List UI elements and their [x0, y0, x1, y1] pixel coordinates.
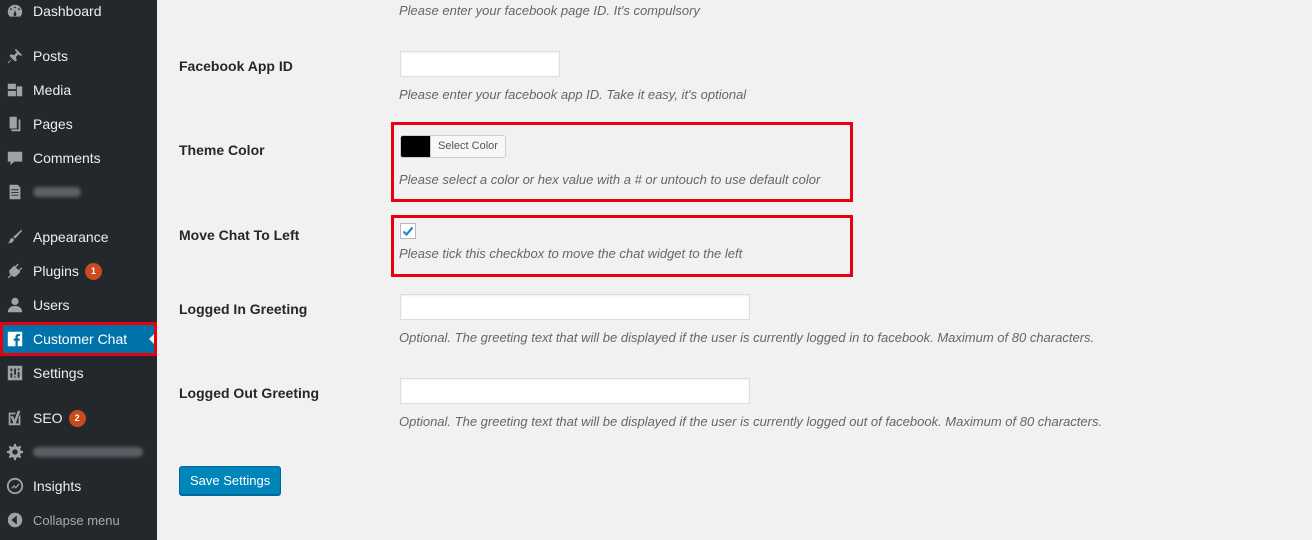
logged-in-greeting-label: Logged In Greeting — [179, 301, 308, 317]
menu-label: SEO — [33, 410, 63, 426]
move-chat-left-description: Please tick this checkbox to move the ch… — [399, 246, 743, 261]
settings-icon — [6, 364, 24, 382]
menu-item-dashboard[interactable]: Dashboard — [0, 0, 157, 28]
menu-label: Comments — [33, 150, 101, 166]
blurred-label — [33, 187, 81, 197]
app-id-description: Please enter your facebook app ID. Take … — [399, 87, 747, 102]
plugin-icon — [6, 262, 24, 280]
checkmark-icon — [402, 226, 414, 237]
menu-item-users[interactable]: Users — [0, 288, 157, 322]
page-id-description: Please enter your facebook page ID. It's… — [399, 3, 700, 18]
menu-item-insights[interactable]: Insights — [0, 469, 157, 503]
collapse-icon — [6, 511, 24, 529]
save-settings-button[interactable]: Save Settings — [179, 466, 282, 495]
menu-item-hidden-1[interactable] — [0, 175, 157, 209]
logged-in-greeting-description: Optional. The greeting text that will be… — [399, 330, 1095, 345]
collapse-menu-button[interactable]: Collapse menu — [0, 503, 157, 537]
active-menu-arrow — [149, 331, 157, 347]
menu-item-customer-chat[interactable]: Customer Chat — [0, 322, 157, 356]
plugins-update-badge: 1 — [84, 262, 102, 280]
menu-label: Posts — [33, 48, 69, 64]
menu-label: Appearance — [33, 229, 109, 245]
menu-item-pages[interactable]: Pages — [0, 107, 157, 141]
menu-item-comments[interactable]: Comments — [0, 141, 157, 175]
menu-item-seo[interactable]: SEO 2 — [0, 401, 157, 435]
menu-label: Pages — [33, 116, 73, 132]
menu-label: Dashboard — [33, 3, 102, 19]
select-color-button[interactable]: Select Color — [430, 135, 506, 158]
menu-item-media[interactable]: Media — [0, 73, 157, 107]
menu-item-settings[interactable]: Settings — [0, 356, 157, 390]
media-icon — [6, 81, 24, 99]
dashboard-icon — [6, 2, 24, 20]
gear-icon — [6, 443, 24, 461]
logged-in-greeting-input[interactable] — [400, 294, 750, 320]
menu-item-hidden-2[interactable] — [0, 435, 157, 469]
move-chat-left-label: Move Chat To Left — [179, 227, 300, 243]
menu-item-posts[interactable]: Posts — [0, 39, 157, 73]
seo-notification-badge: 2 — [68, 409, 86, 427]
collapse-menu-label: Collapse menu — [33, 512, 120, 528]
menu-label: Users — [33, 297, 70, 313]
logged-out-greeting-label: Logged Out Greeting — [179, 385, 319, 401]
menu-label: Customer Chat — [33, 331, 128, 347]
app-id-input[interactable] — [400, 51, 560, 77]
theme-color-description: Please select a color or hex value with … — [399, 172, 821, 187]
pages-icon — [6, 115, 24, 133]
logged-out-greeting-description: Optional. The greeting text that will be… — [399, 414, 1103, 429]
admin-sidebar: Dashboard Posts Media Pages Comments App… — [0, 0, 157, 540]
menu-label: Plugins — [33, 263, 79, 279]
comment-icon — [6, 149, 24, 167]
app-id-label: Facebook App ID — [179, 58, 293, 74]
blurred-label — [33, 447, 143, 457]
menu-item-appearance[interactable]: Appearance — [0, 220, 157, 254]
color-swatch[interactable] — [400, 135, 432, 158]
menu-label: Settings — [33, 365, 84, 381]
user-icon — [6, 296, 24, 314]
insights-icon — [6, 477, 24, 495]
document-icon — [6, 183, 24, 201]
logged-out-greeting-input[interactable] — [400, 378, 750, 404]
menu-item-plugins[interactable]: Plugins 1 — [0, 254, 157, 288]
menu-label: Insights — [33, 478, 82, 494]
facebook-icon — [6, 330, 24, 348]
paintbrush-icon — [6, 228, 24, 246]
theme-color-highlight — [391, 122, 853, 202]
seo-icon — [6, 409, 24, 427]
pin-icon — [6, 47, 24, 65]
theme-color-label: Theme Color — [179, 142, 265, 158]
menu-label: Media — [33, 82, 72, 98]
move-chat-left-checkbox[interactable] — [400, 223, 416, 239]
